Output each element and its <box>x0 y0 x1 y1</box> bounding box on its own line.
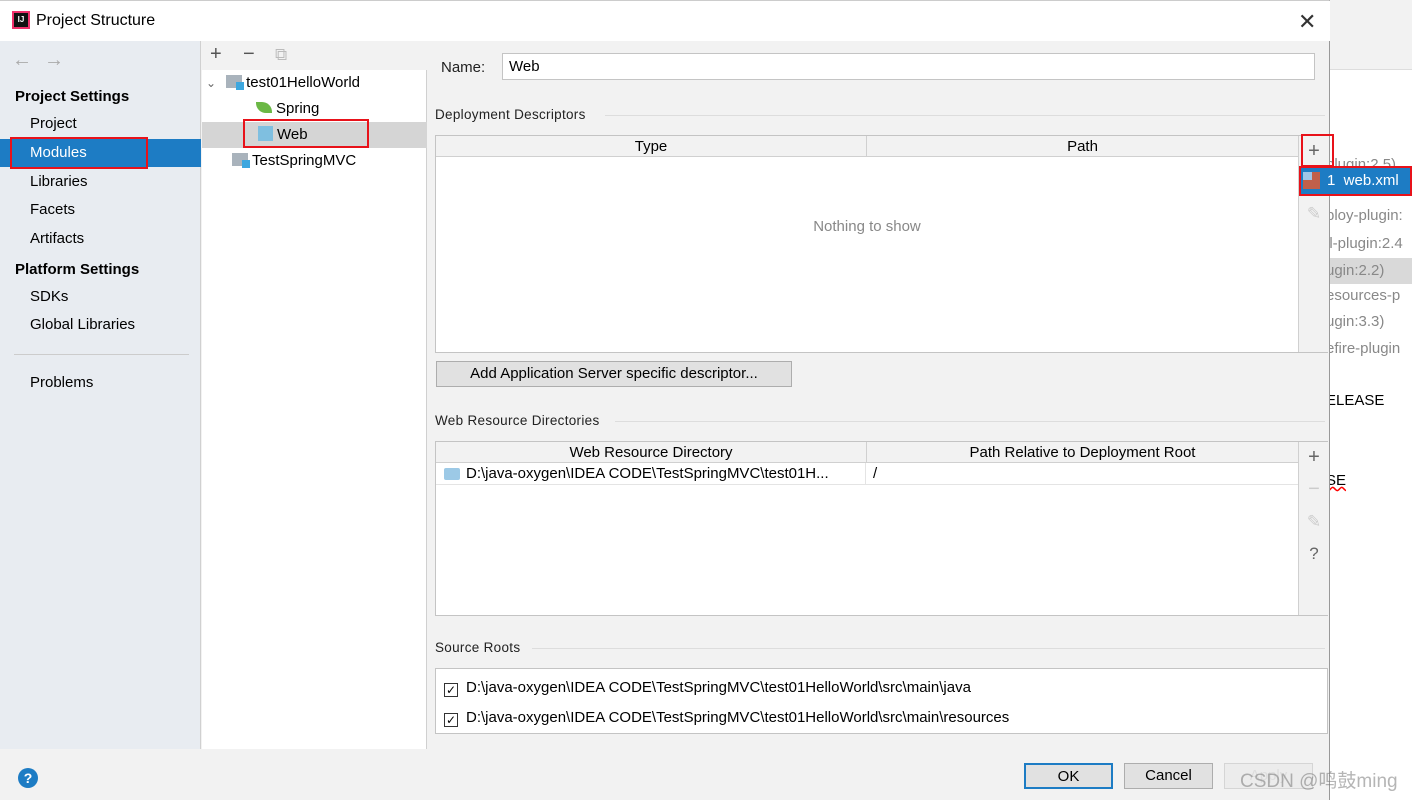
name-input[interactable] <box>502 53 1315 80</box>
forward-arrow-icon[interactable]: → <box>44 49 64 72</box>
window-title: Project Structure <box>36 12 156 29</box>
edit-pencil-icon[interactable]: ✎ <box>1299 204 1329 224</box>
cancel-button[interactable]: Cancel <box>1124 763 1213 789</box>
tree-node-test01helloworld[interactable]: ⌄ test01HelloWorld <box>202 70 427 96</box>
intellij-icon: IJ <box>12 11 30 29</box>
web-resource-table: Web Resource Directory Path Relative to … <box>435 441 1328 616</box>
platform-settings-heading: Platform Settings <box>15 261 140 278</box>
deployment-descriptors-heading: Deployment Descriptors <box>435 107 586 122</box>
add-icon[interactable]: + <box>1299 446 1329 469</box>
resource-side-toolbar: + − ✎ ? <box>1298 442 1328 615</box>
ok-button[interactable]: OK <box>1024 763 1113 789</box>
column-header-path[interactable]: Path <box>867 136 1298 157</box>
sidebar-item-facets[interactable]: Facets <box>0 196 201 224</box>
tree-node-label: TestSpringMVC <box>252 152 357 169</box>
help-question-icon[interactable]: ? <box>1299 544 1329 564</box>
sidebar-item-global-libraries[interactable]: Global Libraries <box>0 311 201 339</box>
chevron-down-icon[interactable]: ⌄ <box>206 76 216 90</box>
sidebar-item-artifacts[interactable]: Artifacts <box>0 225 201 253</box>
bg-text: esources-p <box>1326 287 1401 304</box>
tree-node-label: test01HelloWorld <box>246 74 361 91</box>
checkbox[interactable]: ✓ <box>444 683 458 697</box>
remove-icon[interactable]: − <box>243 43 255 66</box>
source-roots-list: ✓ D:\java-oxygen\IDEA CODE\TestSpringMVC\… <box>435 668 1328 734</box>
source-roots-heading: Source Roots <box>435 640 521 655</box>
bg-text: efire-plugin <box>1326 340 1401 357</box>
web-resource-directories-heading: Web Resource Directories <box>435 413 600 428</box>
project-structure-dialog: IJ Project Structure ✕ ← → Project Setti… <box>0 0 1334 800</box>
cell-path: / <box>873 465 878 482</box>
tree-node-label: Spring <box>276 100 320 117</box>
list-item[interactable]: ✓ D:\java-oxygen\IDEA CODE\TestSpringMVC\… <box>444 679 971 697</box>
web-facet-panel: Name: Deployment Descriptors Type Path N… <box>428 41 1334 749</box>
spring-leaf-icon <box>256 102 272 113</box>
cell-directory: D:\java-oxygen\IDEA CODE\TestSpringMVC\t… <box>466 463 866 485</box>
add-icon[interactable]: + <box>210 43 222 66</box>
deployment-descriptors-table: Type Path Nothing to show + ✎ <box>435 135 1328 353</box>
name-label: Name: <box>441 59 486 76</box>
column-header-path-relative[interactable]: Path Relative to Deployment Root <box>867 442 1298 463</box>
sidebar-item-libraries[interactable]: Libraries <box>0 168 201 196</box>
list-item[interactable]: ✓ D:\java-oxygen\IDEA CODE\TestSpringMVC\… <box>444 709 1009 727</box>
back-arrow-icon[interactable]: ← <box>12 49 32 72</box>
module-tree: + − ⧉ ⌄ test01HelloWorld Spring Web TestS… <box>202 41 427 749</box>
source-root-path: D:\java-oxygen\IDEA CODE\TestSpringMVC\t… <box>466 679 971 696</box>
sidebar-item-sdks[interactable]: SDKs <box>0 283 201 311</box>
sidebar-item-problems[interactable]: Problems <box>0 369 201 397</box>
column-header-web-resource-directory[interactable]: Web Resource Directory <box>436 442 867 463</box>
remove-icon[interactable]: − <box>1299 478 1329 501</box>
close-button[interactable]: ✕ <box>1298 9 1316 35</box>
column-header-type[interactable]: Type <box>436 136 867 157</box>
sidebar: ← → Project Settings Project Modules Lib… <box>0 41 201 749</box>
title-bar: IJ Project Structure ✕ <box>0 1 1330 41</box>
source-root-path: D:\java-oxygen\IDEA CODE\TestSpringMVC\t… <box>466 709 1010 726</box>
bg-text: ugin:2.2) <box>1326 258 1412 284</box>
add-server-descriptor-button[interactable]: Add Application Server specific descript… <box>436 361 792 387</box>
module-folder-icon <box>226 75 245 90</box>
sidebar-item-project[interactable]: Project <box>0 110 201 138</box>
divider <box>14 354 189 355</box>
bg-text: ugin:3.3) <box>1326 313 1385 330</box>
checkbox[interactable]: ✓ <box>444 713 458 727</box>
bg-text: ploy-plugin: <box>1326 207 1403 224</box>
web-directory-icon <box>444 468 460 480</box>
module-folder-icon <box>232 153 250 168</box>
tree-node-testspringmvc[interactable]: TestSpringMVC <box>202 148 427 174</box>
edit-pencil-icon[interactable]: ✎ <box>1299 512 1329 532</box>
empty-text: Nothing to show <box>813 218 921 235</box>
bg-text: ll-plugin:2.4 <box>1326 235 1403 252</box>
project-settings-heading: Project Settings <box>15 88 130 105</box>
copy-icon[interactable]: ⧉ <box>275 45 287 65</box>
help-icon[interactable]: ? <box>18 768 38 788</box>
bg-text: ELEASE <box>1326 392 1385 409</box>
table-row[interactable]: D:\java-oxygen\IDEA CODE\TestSpringMVC\t… <box>436 463 1298 485</box>
tree-toolbar: + − ⧉ <box>202 41 427 70</box>
watermark: CSDN @鸣鼓ming <box>1240 771 1398 792</box>
